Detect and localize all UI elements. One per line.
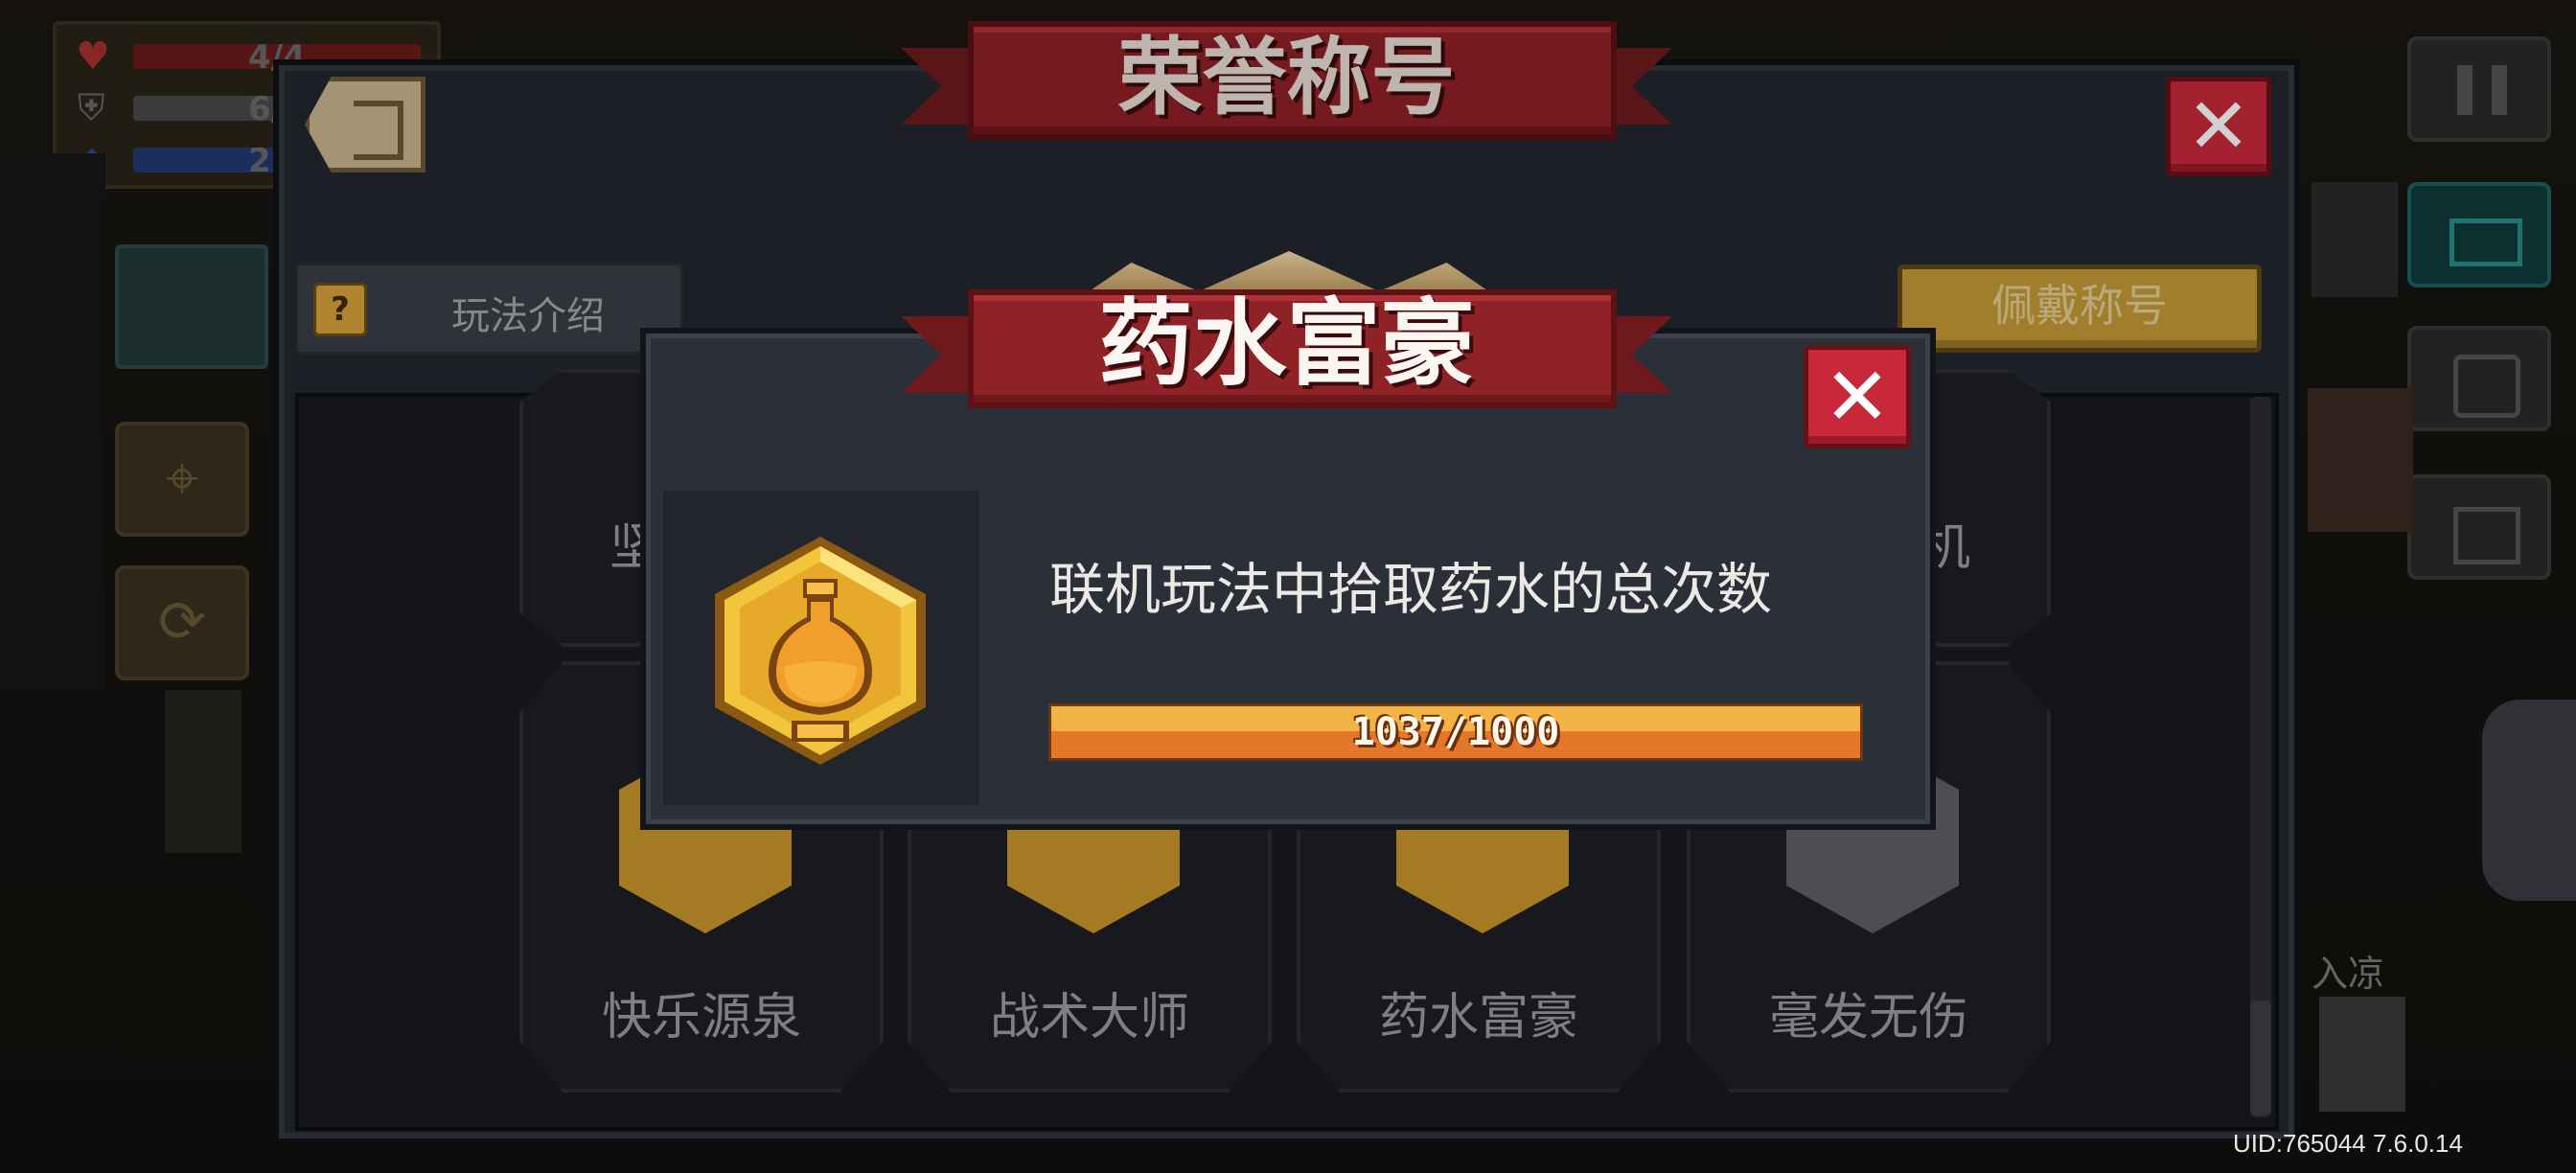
dialog-title: 药水富豪 xyxy=(1098,289,1475,399)
title-progress-bar: 1037/1000 xyxy=(1048,703,1863,761)
progress-text: 1037/1000 xyxy=(1351,710,1560,754)
potion-flask-medal-icon xyxy=(711,533,930,769)
dialog-title-ribbon: 药水富豪 xyxy=(901,289,1672,408)
title-description: 联机玩法中拾取药水的总次数 xyxy=(1049,557,1773,622)
dialog-close-button[interactable]: ✕ xyxy=(1804,345,1911,448)
uid-version-label: UID:765044 7.6.0.14 xyxy=(2233,1129,2463,1158)
close-x-icon: ✕ xyxy=(1823,350,1892,444)
